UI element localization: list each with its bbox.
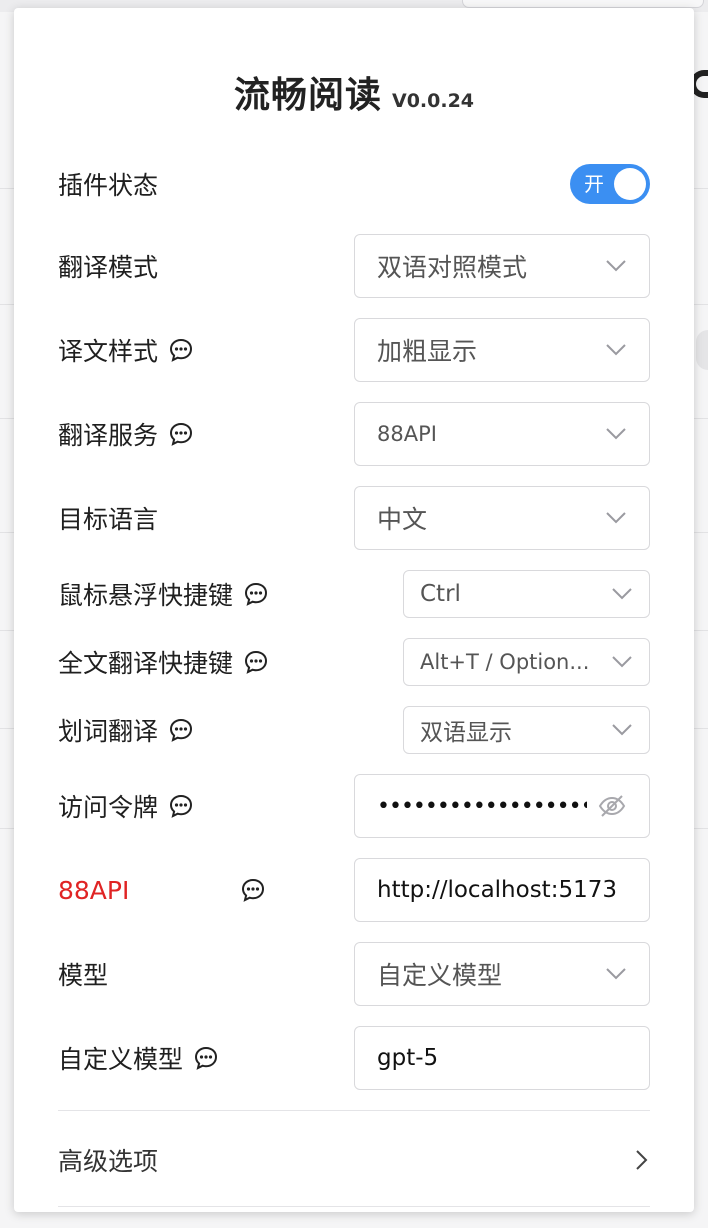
row-translate-mode: 翻译模式 双语对照模式	[58, 234, 650, 298]
hover-hotkey-label: 鼠标悬浮快捷键	[58, 570, 269, 618]
chevron-down-icon	[606, 260, 626, 272]
popup-header: 流畅阅读 V0.0.24	[14, 66, 694, 118]
target-language-label: 目标语言	[58, 505, 159, 534]
row-hover-hotkey: 鼠标悬浮快捷键 Ctrl	[58, 570, 650, 618]
chevron-right-icon	[636, 1150, 648, 1170]
divider	[58, 1110, 650, 1111]
chevron-down-icon	[606, 344, 626, 356]
eye-hidden-icon[interactable]	[597, 791, 627, 821]
help-bubble-icon[interactable]	[168, 337, 194, 363]
help-bubble-icon[interactable]	[168, 717, 194, 743]
settings-popup: 流畅阅读 V0.0.24 插件状态 开 翻译模式 双语对照模式 译文样式 加粗显示…	[14, 8, 694, 1212]
hover-hotkey-select[interactable]: Ctrl	[403, 570, 650, 618]
app-version: V0.0.24	[391, 90, 475, 112]
row-api-url: 88API http://localhost:5173	[58, 858, 650, 922]
toggle-knob	[614, 168, 646, 200]
translate-service-label: 翻译服务	[58, 402, 194, 466]
translate-mode-select[interactable]: 双语对照模式	[354, 234, 650, 298]
chevron-down-icon	[612, 656, 632, 668]
chevron-down-icon	[606, 428, 626, 440]
translate-mode-label: 翻译模式	[58, 253, 159, 282]
help-bubble-icon[interactable]	[243, 649, 269, 675]
divider	[58, 1206, 650, 1207]
toggle-on-text: 开	[584, 172, 604, 196]
selection-translate-label: 划词翻译	[58, 706, 194, 754]
background-address-bar	[462, 0, 704, 8]
model-label: 模型	[58, 961, 109, 990]
help-bubble-icon[interactable]	[240, 877, 266, 903]
chevron-down-icon	[606, 968, 626, 980]
translate-style-label: 译文样式	[58, 318, 194, 382]
custom-model-input[interactable]: gpt-5	[354, 1026, 650, 1090]
api-url-label: 88API	[58, 858, 266, 922]
row-translate-style: 译文样式 加粗显示	[58, 318, 650, 382]
fulltext-hotkey-select[interactable]: Alt+T / Option...	[403, 638, 650, 686]
access-token-label: 访问令牌	[58, 774, 194, 838]
translate-service-select[interactable]: 88API	[354, 402, 650, 466]
plugin-status-label: 插件状态	[58, 171, 159, 200]
row-access-token: 访问令牌 •••••••••••••••••••••	[58, 774, 650, 838]
row-model: 模型 自定义模型	[58, 942, 650, 1006]
background-element	[696, 330, 708, 370]
help-bubble-icon[interactable]	[168, 793, 194, 819]
chevron-down-icon	[612, 724, 632, 736]
row-fulltext-hotkey: 全文翻译快捷键 Alt+T / Option...	[58, 638, 650, 686]
translate-style-select[interactable]: 加粗显示	[354, 318, 650, 382]
model-select[interactable]: 自定义模型	[354, 942, 650, 1006]
target-language-select[interactable]: 中文	[354, 486, 650, 550]
help-bubble-icon[interactable]	[243, 581, 269, 607]
custom-model-label: 自定义模型	[58, 1026, 219, 1090]
fulltext-hotkey-label: 全文翻译快捷键	[58, 638, 269, 686]
plugin-status-toggle[interactable]: 开	[570, 164, 650, 204]
row-selection-translate: 划词翻译 双语显示	[58, 706, 650, 754]
row-target-language: 目标语言 中文	[58, 486, 650, 550]
chevron-down-icon	[612, 588, 632, 600]
help-bubble-icon[interactable]	[168, 421, 194, 447]
access-token-input[interactable]: •••••••••••••••••••••	[354, 774, 650, 838]
api-url-input[interactable]: http://localhost:5173	[354, 858, 650, 922]
advanced-options-link[interactable]: 高级选项	[58, 1128, 650, 1192]
chevron-down-icon	[606, 512, 626, 524]
row-custom-model: 自定义模型 gpt-5	[58, 1026, 650, 1090]
advanced-options-label: 高级选项	[58, 1147, 159, 1176]
help-bubble-icon[interactable]	[193, 1045, 219, 1071]
row-translate-service: 翻译服务 88API	[58, 402, 650, 466]
row-plugin-status: 插件状态 开	[58, 158, 650, 210]
app-title: 流畅阅读	[233, 75, 382, 116]
selection-translate-select[interactable]: 双语显示	[403, 706, 650, 754]
